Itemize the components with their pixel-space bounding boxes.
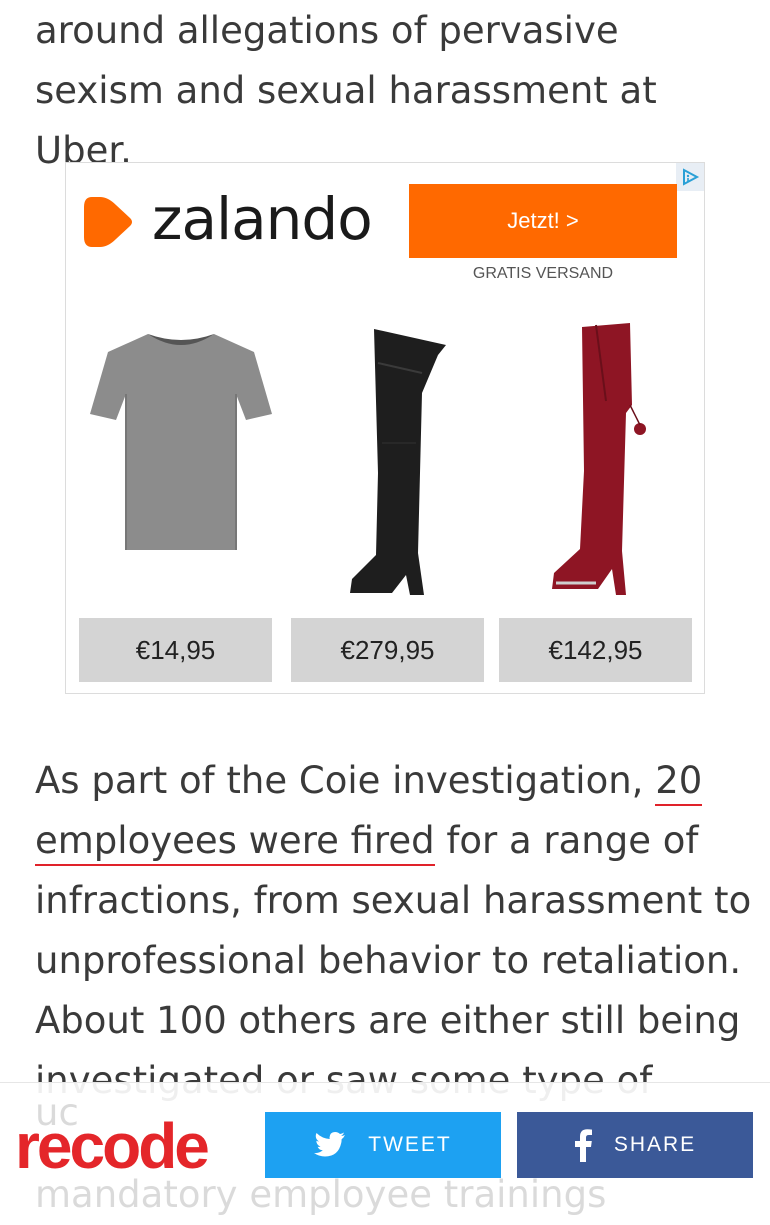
article-paragraph-top: around allegations of pervasive sexism a… — [35, 9, 657, 172]
twitter-bird-icon — [314, 1132, 346, 1157]
adchoices-icon[interactable] — [676, 163, 704, 191]
recode-logo[interactable]: recode — [15, 1108, 210, 1184]
product-image-black-boot[interactable] — [342, 323, 452, 607]
price-button-black-boot[interactable]: €279,95 — [291, 618, 484, 682]
facebook-f-icon — [574, 1129, 592, 1162]
tweet-button[interactable]: TWEET — [265, 1112, 501, 1178]
tweet-label: TWEET — [368, 1133, 452, 1156]
price-button-tshirt[interactable]: €14,95 — [79, 618, 272, 682]
facebook-share-button[interactable]: SHARE — [517, 1112, 753, 1178]
zalando-logo-icon — [78, 191, 140, 253]
paragraph-text-before: As part of the Coie investigation, — [35, 759, 656, 802]
product-image-tshirt[interactable] — [86, 328, 276, 562]
share-label: SHARE — [613, 1133, 697, 1156]
brand-name: zalando — [152, 185, 373, 253]
ad-tagline: GRATIS VERSAND — [472, 265, 614, 282]
zalando-ad[interactable]: zalando Jetzt! > GRATIS VERSAND €14,95 €… — [65, 162, 705, 694]
cta-button[interactable]: Jetzt! > — [409, 184, 677, 258]
article-paragraph-main: As part of the Coie investigation, 20 em… — [35, 751, 755, 1111]
price-button-red-boot[interactable]: €142,95 — [499, 618, 692, 682]
product-image-red-boot[interactable] — [540, 321, 660, 605]
